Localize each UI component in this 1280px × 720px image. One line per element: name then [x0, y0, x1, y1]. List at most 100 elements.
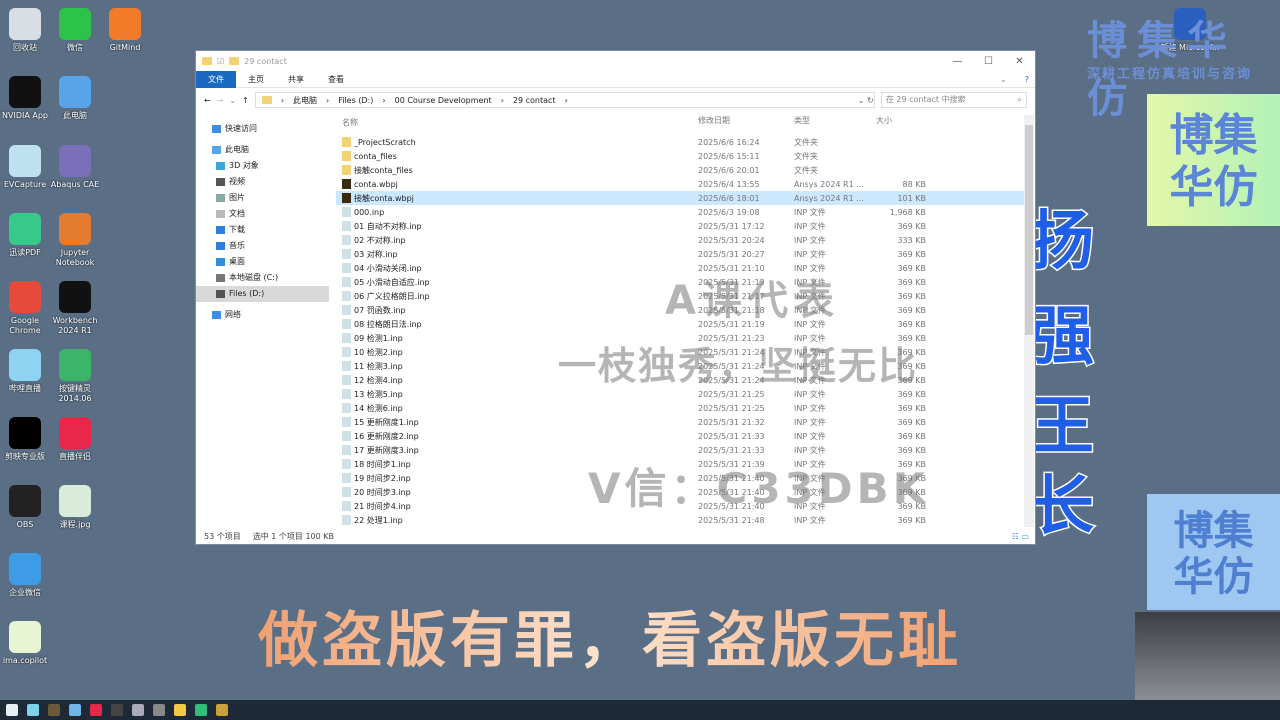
- sidebar-item[interactable]: 音乐: [196, 238, 329, 254]
- desktop-icon[interactable]: Abaqus CAE: [44, 145, 106, 190]
- file-row[interactable]: 000.inp 2025/6/3 19:08 INP 文件 1,968 KB: [336, 205, 1026, 219]
- desktop-icon[interactable]: Jupyter Notebook: [44, 213, 106, 268]
- taskbar-workbench-icon[interactable]: [216, 704, 228, 716]
- desktop-icon[interactable]: ima.copilot: [0, 621, 56, 666]
- scrollbar-thumb[interactable]: [1025, 125, 1033, 335]
- sidebar-item[interactable]: 文档: [196, 206, 329, 222]
- column-name[interactable]: 名称: [336, 115, 698, 129]
- sidebar-item[interactable]: 3D 对象: [196, 158, 329, 174]
- expand-ribbon-icon[interactable]: ⌄: [988, 71, 1019, 88]
- file-row[interactable]: 接触conta_files 2025/6/6 20:01 文件夹: [336, 163, 1026, 177]
- app-icon: [59, 349, 91, 381]
- tab-share[interactable]: 共享: [276, 71, 316, 88]
- new-folder-icon[interactable]: [229, 57, 240, 65]
- file-date: 2025/5/31 21:32: [698, 417, 765, 427]
- column-type[interactable]: 类型: [794, 115, 874, 129]
- refresh-icon[interactable]: ⌄ ↻: [858, 96, 874, 105]
- taskbar: [0, 700, 1280, 720]
- brand-subtitle: 深耕工程仿真培训与咨询: [1087, 67, 1253, 82]
- file-date: 2025/5/31 21:25: [698, 403, 765, 413]
- file-row[interactable]: conta_files 2025/6/6 15:11 文件夹: [336, 149, 1026, 163]
- inp-file-icon: [342, 277, 351, 287]
- file-row[interactable]: conta.wbpj 2025/6/4 13:55 Ansys 2024 R1 ..…: [336, 177, 1026, 191]
- sidebar-item[interactable]: 下载: [196, 222, 329, 238]
- breadcrumb-item[interactable]: 00 Course Development: [395, 96, 492, 105]
- desktop-icon[interactable]: 课程.jpg: [44, 485, 106, 530]
- search-input[interactable]: 在 29 contact 中搜索 ⌕: [880, 92, 1027, 108]
- back-button[interactable]: ←: [204, 96, 211, 105]
- forward-button[interactable]: →: [217, 96, 224, 105]
- tab-file[interactable]: 文件: [196, 70, 236, 88]
- taskbar-paint-icon[interactable]: [132, 704, 144, 716]
- file-name: 20 时间步3.inp: [354, 487, 411, 497]
- file-row[interactable]: 15 更新刚度1.inp 2025/5/31 21:32 INP 文件 369 KB: [336, 415, 1026, 429]
- app-icon: [9, 417, 41, 449]
- inp-file-icon: [342, 431, 351, 441]
- sidebar-item[interactable]: 视频: [196, 174, 329, 190]
- desktop-icon[interactable]: GitMind: [94, 8, 156, 53]
- sidebar-item[interactable]: 本地磁盘 (C:): [196, 270, 329, 286]
- desktop-icon[interactable]: 按键精灵 2014.06: [44, 349, 106, 404]
- file-row[interactable]: 14 检测6.inp 2025/5/31 21:25 INP 文件 369 KB: [336, 401, 1026, 415]
- file-row[interactable]: 03 对称.inp 2025/5/31 20:27 INP 文件 369 KB: [336, 247, 1026, 261]
- taskbar-notepad-icon[interactable]: [153, 704, 165, 716]
- help-icon[interactable]: ?: [1019, 71, 1035, 88]
- vertical-scrollbar[interactable]: [1024, 115, 1034, 527]
- search-icon: ⌕: [1017, 95, 1022, 104]
- sidebar-item[interactable]: 桌面: [196, 254, 329, 270]
- taskbar-obs-icon[interactable]: [111, 704, 123, 716]
- column-size[interactable]: 大小: [874, 115, 926, 129]
- up-button[interactable]: ↑: [242, 96, 249, 105]
- maximize-button[interactable]: ☐: [973, 56, 1004, 67]
- vertical-char: 强: [1029, 299, 1096, 376]
- file-type: INP 文件: [794, 403, 826, 413]
- close-button[interactable]: ✕: [1004, 56, 1035, 67]
- file-type: INP 文件: [794, 207, 826, 217]
- details-view-icon[interactable]: ☷ ▭: [1012, 530, 1035, 544]
- desktop-icon[interactable]: 直播伴侣: [44, 417, 106, 462]
- recent-dropdown[interactable]: ⌄: [229, 96, 236, 105]
- column-date[interactable]: 修改日期: [698, 115, 794, 129]
- taskbar-explorer-icon[interactable]: [174, 704, 186, 716]
- file-date: 2025/5/31 17:12: [698, 221, 765, 231]
- folder-file-icon: [342, 165, 351, 175]
- file-date: 2025/6/6 16:24: [698, 137, 760, 147]
- file-row[interactable]: 02 不对称.inp 2025/5/31 20:24 INP 文件 333 KB: [336, 233, 1026, 247]
- file-name: conta_files: [354, 151, 397, 161]
- sidebar-item[interactable]: 此电脑: [196, 142, 329, 158]
- inp-file-icon: [342, 445, 351, 455]
- tab-view[interactable]: 查看: [316, 71, 356, 88]
- file-row[interactable]: 01 自动不对称.inp 2025/5/31 17:12 INP 文件 369 KB: [336, 219, 1026, 233]
- file-name: 19 时间步2.inp: [354, 473, 411, 483]
- breadcrumb-item[interactable]: 此电脑: [293, 95, 317, 106]
- taskbar-control-panel-icon[interactable]: [69, 704, 81, 716]
- taskbar-start-icon[interactable]: [6, 704, 18, 716]
- file-row[interactable]: _ProjectScratch 2025/6/6 16:24 文件夹: [336, 135, 1026, 149]
- minimize-button[interactable]: —: [942, 56, 973, 67]
- file-row[interactable]: 16 更新刚度2.inp 2025/5/31 21:33 INP 文件 369 KB: [336, 429, 1026, 443]
- file-name: 12 检测4.inp: [354, 375, 403, 385]
- app-icon: [9, 485, 41, 517]
- wbpj-file-icon: [342, 179, 351, 189]
- sidebar-item[interactable]: 图片: [196, 190, 329, 206]
- taskbar-live-icon[interactable]: [90, 704, 102, 716]
- sidebar-item[interactable]: Files (D:): [196, 286, 329, 302]
- breadcrumb-item[interactable]: Files (D:): [338, 96, 373, 105]
- desktop-icon[interactable]: 企业微信: [0, 553, 56, 598]
- file-size: 369 KB: [897, 403, 926, 413]
- sidebar-item[interactable]: 快速访问: [196, 121, 329, 137]
- file-type: 文件夹: [794, 137, 818, 147]
- brand-box-blue: 博集华仿: [1147, 494, 1280, 610]
- desktop-icon[interactable]: Workbench 2024 R1: [44, 281, 106, 336]
- sidebar-item[interactable]: 网络: [196, 307, 329, 323]
- breadcrumb-item[interactable]: 29 contact: [513, 96, 556, 105]
- address-bar[interactable]: › 此电脑 › Files (D:) › 00 Course Development…: [254, 92, 875, 108]
- taskbar-app-green-icon[interactable]: [195, 704, 207, 716]
- taskbar-bilibili-icon[interactable]: [27, 704, 39, 716]
- properties-icon[interactable]: ☑: [217, 57, 224, 66]
- file-size: 369 KB: [897, 291, 926, 301]
- desktop-icon[interactable]: 此电脑: [44, 76, 106, 121]
- tab-home[interactable]: 主页: [236, 71, 276, 88]
- file-row[interactable]: 接触conta.wbpj 2025/6/6 18:01 Ansys 2024 R1 …: [336, 191, 1026, 205]
- taskbar-word-icon[interactable]: [48, 704, 60, 716]
